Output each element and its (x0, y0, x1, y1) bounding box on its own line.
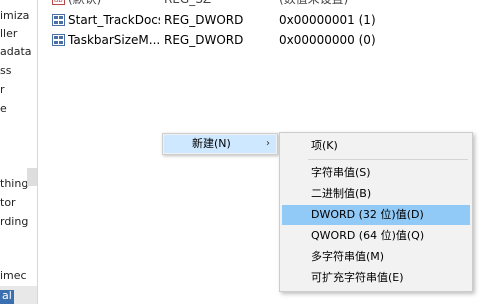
submenu-item-expandable-string-value[interactable]: 可扩充字符串值(E) (282, 268, 470, 288)
menu-item-new[interactable]: 新建(N) › (164, 135, 276, 153)
value-type: REG_DWORD (164, 33, 244, 47)
new-submenu: 项(K) 字符串值(S) 二进制值(B) DWORD (32 位)值(D) QW… (279, 132, 473, 292)
tree-node[interactable]: imec (0, 268, 37, 284)
value-name: (默认) (68, 0, 160, 8)
tree-node[interactable]: rding (0, 214, 37, 230)
tree-node[interactable]: adata (0, 44, 37, 60)
menu-separator (308, 159, 468, 160)
value-name: Start_TrackDocs (68, 13, 160, 27)
submenu-item-label: 多字符串值(M) (311, 250, 385, 263)
tree-scrollbar-thumb[interactable] (27, 168, 37, 186)
submenu-item-key[interactable]: 项(K) (282, 136, 470, 156)
submenu-item-string-value[interactable]: 字符串值(S) (282, 163, 470, 183)
submenu-item-label: 可扩充字符串值(E) (311, 271, 404, 284)
submenu-item-multi-string-value[interactable]: 多字符串值(M) (282, 247, 470, 267)
reg-string-icon: ab (52, 0, 65, 5)
submenu-item-label: 项(K) (311, 139, 338, 152)
submenu-item-binary-value[interactable]: 二进制值(B) (282, 184, 470, 204)
value-data: 0x00000000 (0) (279, 33, 376, 47)
context-menu: 新建(N) › (162, 133, 278, 155)
tree-node[interactable]: imiza (0, 8, 37, 24)
tree-node[interactable]: e (0, 101, 37, 117)
menu-item-new-label: 新建(N) (192, 137, 231, 150)
submenu-item-label: QWORD (64 位)值(Q) (311, 229, 425, 242)
value-type: REG_SZ (164, 0, 211, 8)
tree-node[interactable]: r (0, 82, 37, 98)
submenu-item-dword-value[interactable]: DWORD (32 位)值(D) (282, 205, 470, 225)
value-type: REG_DWORD (164, 13, 244, 27)
tree-node-selected[interactable]: al (2, 288, 37, 304)
value-data: (数值未设置) (279, 0, 348, 8)
reg-dword-icon (52, 34, 65, 46)
value-name: TaskbarSizeM... (68, 33, 160, 47)
tree-node[interactable]: ller (0, 26, 37, 42)
value-data: 0x00000001 (1) (279, 13, 376, 27)
registry-tree-pane[interactable]: imiza ller adata ss r e thing tor rding … (0, 0, 38, 304)
submenu-item-label: 字符串值(S) (311, 166, 371, 179)
svg-text:ab: ab (54, 0, 63, 4)
submenu-item-label: 二进制值(B) (311, 187, 372, 200)
submenu-arrow-icon: › (266, 138, 270, 149)
tree-node[interactable]: ss (0, 63, 37, 79)
reg-dword-icon (52, 14, 65, 26)
submenu-item-label: DWORD (32 位)值(D) (311, 208, 424, 221)
tree-node[interactable]: tor (0, 195, 37, 211)
submenu-item-qword-value[interactable]: QWORD (64 位)值(Q) (282, 226, 470, 246)
